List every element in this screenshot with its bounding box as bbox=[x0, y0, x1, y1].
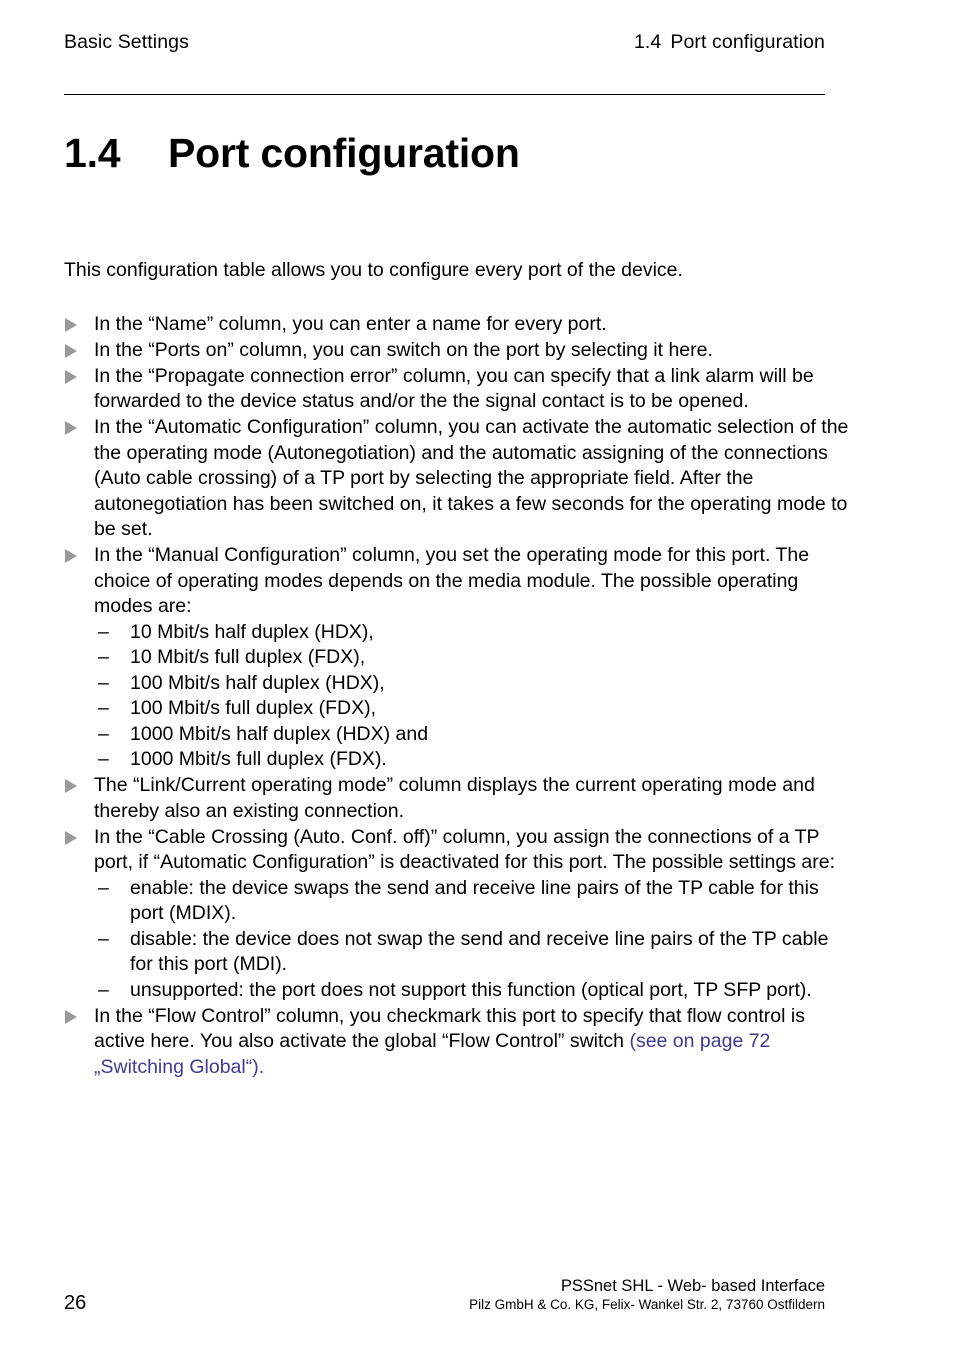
sub-list-item-text: enable: the device swaps the send and re… bbox=[130, 876, 819, 925]
dash-bullet-icon: – bbox=[98, 646, 109, 668]
dash-bullet-icon: – bbox=[98, 722, 109, 745]
triangle-bullet-icon bbox=[65, 369, 77, 384]
chapter-number: 1.4 bbox=[64, 130, 121, 176]
sub-list: – 10 Mbit/s half duplex (HDX), – 10 Mbit… bbox=[94, 620, 854, 773]
dash-bullet-icon: – bbox=[98, 620, 109, 643]
sub-list-item-text: 100 Mbit/s half duplex (HDX), bbox=[130, 671, 385, 694]
list-item: In the “Automatic Configuration” column,… bbox=[64, 415, 854, 543]
footer-company-line: Pilz GmbH & Co. KG, Felix- Wankel Str. 2… bbox=[469, 1297, 825, 1312]
sub-list-item-text: 100 Mbit/s full duplex (FDX), bbox=[130, 697, 377, 719]
dash-bullet-icon: – bbox=[98, 671, 109, 694]
running-header-left: Basic Settings bbox=[64, 31, 189, 53]
sub-list-item-text: unsupported: the port does not support t… bbox=[130, 978, 812, 1001]
list-item-text: In the “Cable Crossing (Auto. Conf. off)… bbox=[94, 825, 835, 874]
list-item-text: In the “Flow Control” column, you checkm… bbox=[94, 1004, 854, 1081]
list-item: In the “Ports on” column, you can switch… bbox=[64, 338, 854, 364]
running-header-section-title: Port configuration bbox=[670, 31, 825, 53]
list-item: In the “Propagate connection error” colu… bbox=[64, 364, 854, 415]
sub-list-item: – unsupported: the port does not support… bbox=[94, 978, 854, 1004]
triangle-bullet-icon bbox=[65, 1009, 77, 1024]
sub-list-item-text: 10 Mbit/s half duplex (HDX), bbox=[130, 620, 374, 643]
triangle-bullet-icon bbox=[65, 830, 77, 845]
sub-list: – enable: the device swaps the send and … bbox=[94, 876, 854, 1004]
header-divider-rule bbox=[64, 94, 825, 95]
dash-bullet-icon: – bbox=[98, 748, 109, 770]
bullet-list: In the “Name” column, you can enter a na… bbox=[64, 312, 854, 1081]
sub-list-item-text: 10 Mbit/s full duplex (FDX), bbox=[130, 646, 366, 668]
list-item: In the “Manual Configuration” column, yo… bbox=[64, 543, 854, 773]
triangle-bullet-icon bbox=[65, 549, 77, 563]
list-item-text: In the “Ports on” column, you can switch… bbox=[94, 338, 713, 361]
sub-list-item: – disable: the device does not swap the … bbox=[94, 927, 854, 978]
sub-list-item: – 10 Mbit/s full duplex (FDX), bbox=[94, 645, 854, 671]
list-item-text: In the “Manual Configuration” column, yo… bbox=[94, 544, 810, 617]
sub-list-item: – 100 Mbit/s full duplex (FDX), bbox=[94, 696, 854, 722]
list-item-text: In the “Automatic Configuration” column,… bbox=[94, 416, 849, 540]
chapter-title-text: Port configuration bbox=[168, 130, 520, 176]
document-page: Basic Settings 1.4 Port configuration 1.4… bbox=[0, 0, 954, 1354]
list-item: The “Link/Current operating mode” column… bbox=[64, 773, 854, 824]
list-item: In the “Flow Control” column, you checkm… bbox=[64, 1004, 854, 1081]
sub-list-item-text: 1000 Mbit/s half duplex (HDX) and bbox=[130, 722, 429, 745]
list-item: In the “Cable Crossing (Auto. Conf. off)… bbox=[64, 825, 854, 1004]
sub-list-item-text: disable: the device does not swap the se… bbox=[130, 927, 829, 976]
sub-list-item: – enable: the device swaps the send and … bbox=[94, 876, 854, 927]
dash-bullet-icon: – bbox=[98, 927, 109, 950]
list-item: In the “Name” column, you can enter a na… bbox=[64, 312, 854, 338]
triangle-bullet-icon bbox=[65, 343, 77, 358]
sub-list-item: – 1000 Mbit/s half duplex (HDX) and bbox=[94, 722, 854, 748]
page-title: 1.4 Port configuration bbox=[64, 128, 520, 178]
sub-list-item: – 1000 Mbit/s full duplex (FDX). bbox=[94, 747, 854, 773]
dash-bullet-icon: – bbox=[98, 978, 109, 1001]
running-header-right: 1.4 Port configuration bbox=[634, 30, 825, 54]
sub-list-item: – 100 Mbit/s half duplex (HDX), bbox=[94, 671, 854, 697]
page-footer: PSSnet SHL - Web- based Interface Pilz G… bbox=[64, 1276, 825, 1314]
footer-product-line: PSSnet SHL - Web- based Interface bbox=[560, 1277, 825, 1295]
dash-bullet-icon: – bbox=[98, 876, 109, 899]
dash-bullet-icon: – bbox=[98, 697, 109, 719]
triangle-bullet-icon bbox=[65, 421, 77, 435]
triangle-bullet-icon bbox=[65, 317, 77, 332]
list-item-text: In the “Propagate connection error” colu… bbox=[94, 364, 814, 413]
running-header: Basic Settings 1.4 Port configuration bbox=[64, 30, 825, 54]
body-content: This configuration table allows you to c… bbox=[64, 258, 854, 1081]
lead-paragraph: This configuration table allows you to c… bbox=[64, 259, 683, 281]
sub-list-item-text: 1000 Mbit/s full duplex (FDX). bbox=[130, 748, 387, 770]
triangle-bullet-icon bbox=[65, 779, 77, 793]
sub-list-item: – 10 Mbit/s half duplex (HDX), bbox=[94, 620, 854, 646]
running-header-section-number: 1.4 bbox=[633, 31, 662, 53]
list-item-text: In the “Name” column, you can enter a na… bbox=[94, 312, 607, 335]
list-item-text: The “Link/Current operating mode” column… bbox=[94, 774, 815, 822]
